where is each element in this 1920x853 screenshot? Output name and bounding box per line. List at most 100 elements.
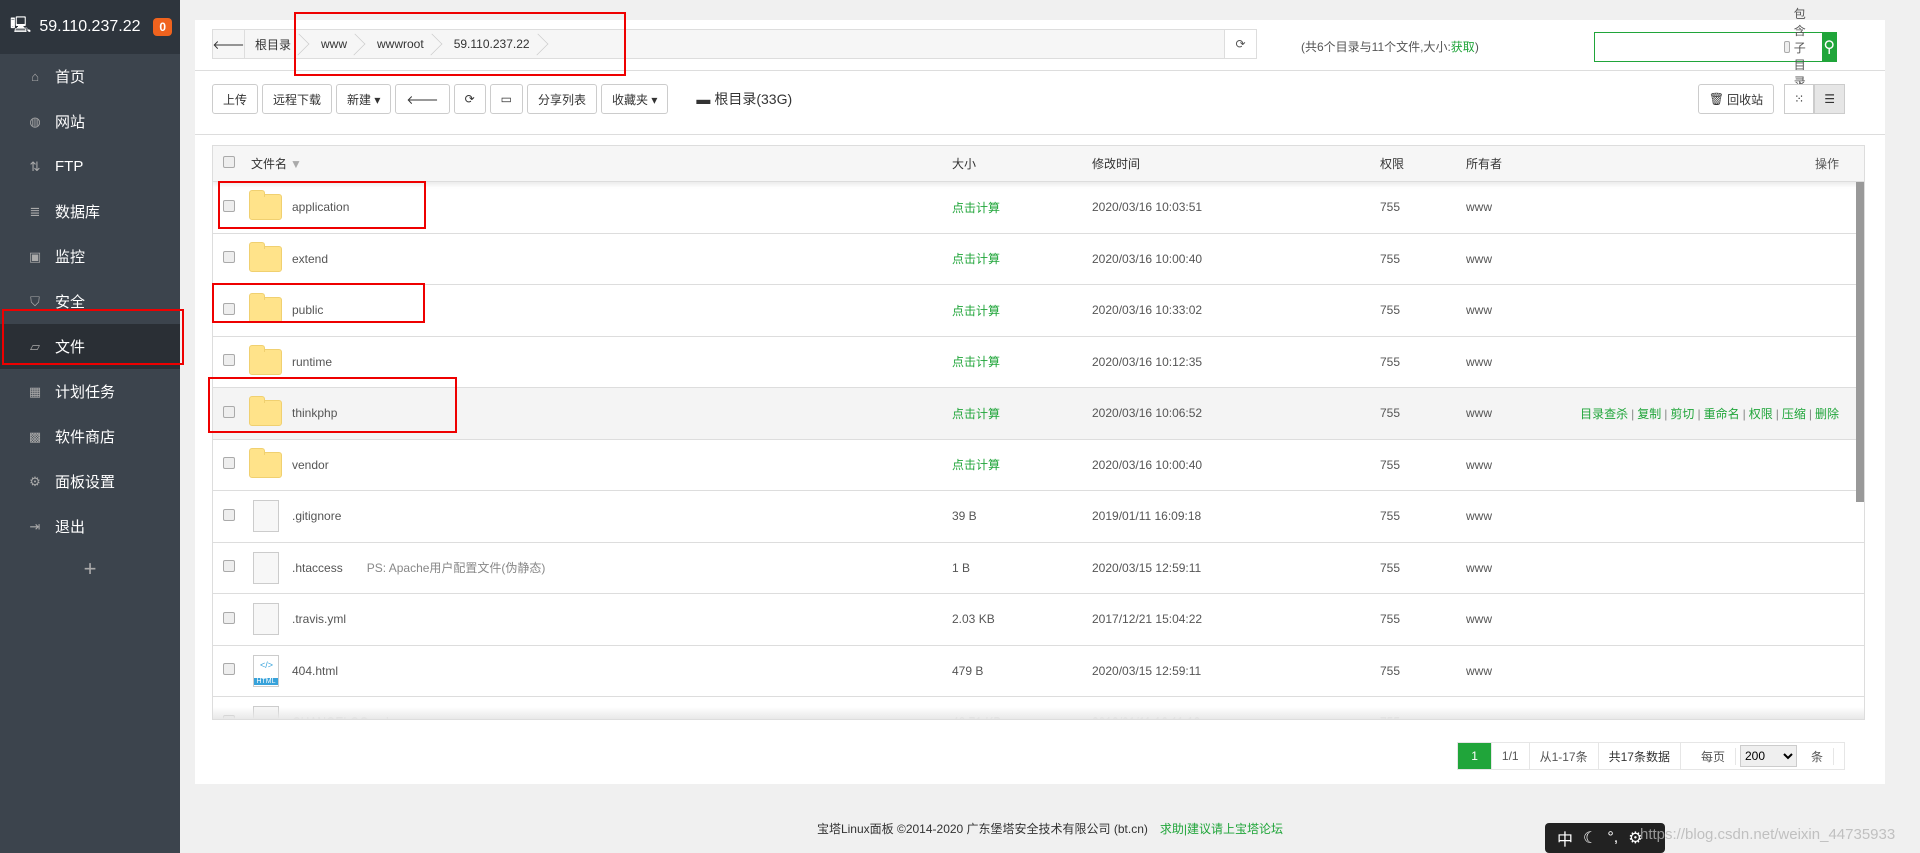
add-menu-button[interactable]: +: [0, 549, 180, 589]
help-forum-link[interactable]: 求助|建议请上宝塔论坛: [1160, 822, 1283, 836]
row-checkbox[interactable]: [223, 354, 235, 367]
op-link[interactable]: 压缩: [1782, 407, 1806, 421]
header-size[interactable]: 大小: [952, 155, 1092, 172]
breadcrumb-item[interactable]: www: [311, 30, 367, 58]
row-checkbox[interactable]: [223, 508, 235, 521]
file-name[interactable]: extend: [292, 252, 328, 266]
op-link[interactable]: 剪切: [1670, 407, 1694, 421]
file-name[interactable]: runtime: [292, 355, 332, 369]
sidebar-item-1[interactable]: ◍ 网站: [0, 99, 180, 144]
file-name[interactable]: 404.html: [292, 664, 338, 678]
file-perm[interactable]: 755: [1380, 664, 1466, 678]
sidebar-item-0[interactable]: ⌂ 首页: [0, 54, 180, 99]
sidebar-item-6[interactable]: ▱ 文件: [0, 324, 180, 369]
favorites-dropdown-button[interactable]: 收藏夹 ▾: [601, 84, 669, 114]
file-name[interactable]: .htaccess: [292, 561, 343, 575]
file-name[interactable]: public: [292, 303, 323, 317]
recycle-bin-button[interactable]: 🗑 回收站: [1697, 84, 1775, 114]
file-perm[interactable]: 755: [1380, 458, 1466, 472]
sidebar-item-7[interactable]: ▦ 计划任务: [0, 369, 180, 414]
breadcrumb-item[interactable]: 根目录: [245, 30, 311, 58]
op-link[interactable]: 目录查杀: [1580, 407, 1628, 421]
sidebar-item-2[interactable]: ⇅ FTP: [0, 144, 180, 189]
sidebar-item-10[interactable]: ⇥ 退出: [0, 504, 180, 549]
file-perm[interactable]: 755: [1380, 200, 1466, 214]
per-page-select[interactable]: 200: [1739, 745, 1797, 767]
ime-icon[interactable]: 中: [1557, 826, 1573, 850]
file-perm[interactable]: 755: [1380, 561, 1466, 575]
sort-name-header[interactable]: 文件名 ▼: [243, 155, 952, 172]
header-time[interactable]: 修改时间: [1092, 155, 1380, 172]
op-link[interactable]: 删除: [1815, 407, 1839, 421]
root-disk[interactable]: ▬ 根目录(33G): [696, 89, 792, 109]
page-current[interactable]: 1: [1458, 743, 1492, 769]
file-name[interactable]: .gitignore: [292, 509, 341, 523]
new-dropdown-button[interactable]: 新建 ▾: [336, 84, 392, 114]
op-link[interactable]: 重命名: [1704, 407, 1740, 421]
row-checkbox[interactable]: [223, 405, 235, 418]
row-checkbox[interactable]: [223, 611, 235, 624]
file-perm[interactable]: 755: [1380, 406, 1466, 420]
file-size[interactable]: 点击计算: [952, 456, 1092, 473]
op-link[interactable]: 复制: [1637, 407, 1661, 421]
select-all-checkbox[interactable]: [223, 156, 235, 168]
file-name[interactable]: vendor: [292, 458, 329, 472]
file-perm[interactable]: 755: [1380, 355, 1466, 369]
file-size[interactable]: 点击计算: [952, 405, 1092, 422]
table-row[interactable]: public 点击计算 2020/03/16 10:33:02 755 www: [213, 285, 1864, 337]
refresh-button[interactable]: ⟳: [453, 84, 486, 114]
breadcrumb-item[interactable]: wwwroot: [367, 30, 444, 58]
file-perm[interactable]: 755: [1380, 612, 1466, 626]
include-subdir-checkbox[interactable]: [1784, 41, 1790, 53]
back-button[interactable]: 🡐: [212, 30, 245, 58]
file-size[interactable]: 点击计算: [952, 250, 1092, 267]
refresh-path-button[interactable]: ⟳: [1224, 30, 1256, 58]
table-row[interactable]: runtime 点击计算 2020/03/16 10:12:35 755 www: [213, 337, 1864, 388]
file-name[interactable]: .travis.yml: [292, 612, 346, 626]
op-link[interactable]: 权限: [1749, 407, 1773, 421]
search-button[interactable]: ⚲: [1822, 33, 1836, 61]
list-view-button[interactable]: ☰: [1814, 84, 1845, 114]
table-row[interactable]: thinkphp 点击计算 2020/03/16 10:06:52 755 ww…: [213, 388, 1864, 440]
row-checkbox[interactable]: [223, 302, 235, 315]
file-perm[interactable]: 755: [1380, 509, 1466, 523]
file-name[interactable]: thinkphp: [292, 406, 337, 420]
breadcrumb-item[interactable]: 59.110.237.22: [444, 30, 550, 58]
parent-dir-button[interactable]: 🡐: [395, 84, 450, 114]
get-size-link[interactable]: 获取: [1451, 40, 1475, 54]
table-scrollbar[interactable]: [1856, 182, 1864, 502]
search-input[interactable]: [1595, 33, 1784, 61]
notification-badge[interactable]: 0: [153, 18, 172, 36]
row-checkbox[interactable]: [223, 199, 235, 212]
file-size[interactable]: 点击计算: [952, 353, 1092, 370]
ime-icon[interactable]: ☾: [1583, 828, 1597, 848]
grid-view-button[interactable]: ⁙: [1784, 84, 1815, 114]
share-list-button[interactable]: 分享列表: [526, 84, 597, 114]
include-subdir-toggle[interactable]: 包含子目录: [1784, 5, 1816, 90]
sidebar-item-5[interactable]: ⛉ 安全: [0, 279, 180, 324]
table-row[interactable]: vendor 点击计算 2020/03/16 10:00:40 755 www: [213, 440, 1864, 491]
file-perm[interactable]: 755: [1380, 303, 1466, 317]
sidebar-item-4[interactable]: ▣ 监控: [0, 234, 180, 279]
table-row[interactable]: extend 点击计算 2020/03/16 10:00:40 755 www: [213, 234, 1864, 285]
table-row[interactable]: .gitignore 39 B 2019/01/11 16:09:18 755 …: [213, 491, 1864, 543]
file-size[interactable]: 点击计算: [952, 199, 1092, 216]
sidebar-item-9[interactable]: ⚙ 面板设置: [0, 459, 180, 504]
sidebar-item-8[interactable]: ▩ 软件商店: [0, 414, 180, 459]
file-name[interactable]: application: [292, 200, 349, 214]
file-size[interactable]: 点击计算: [952, 302, 1092, 319]
row-checkbox[interactable]: [223, 457, 235, 470]
ime-icon[interactable]: °,: [1607, 829, 1618, 847]
terminal-button[interactable]: ▭: [489, 84, 523, 114]
table-row[interactable]: .travis.yml 2.03 KB 2017/12/21 15:04:22 …: [213, 594, 1864, 646]
row-checkbox[interactable]: [223, 251, 235, 264]
table-row[interactable]: application 点击计算 2020/03/16 10:03:51 755…: [213, 182, 1864, 234]
remote-download-button[interactable]: 远程下载: [262, 84, 333, 114]
upload-button[interactable]: 上传: [212, 84, 259, 114]
file-perm[interactable]: 755: [1380, 252, 1466, 266]
row-checkbox[interactable]: [223, 663, 235, 676]
table-row[interactable]: </> HTML 404.html 479 B 2020/03/15 12:59:1…: [213, 646, 1864, 697]
table-row[interactable]: .htaccess PS: Apache用户配置文件(伪静态) 1 B 2020/…: [213, 543, 1864, 594]
row-checkbox[interactable]: [223, 560, 235, 573]
sidebar-item-3[interactable]: ≣ 数据库: [0, 189, 180, 234]
